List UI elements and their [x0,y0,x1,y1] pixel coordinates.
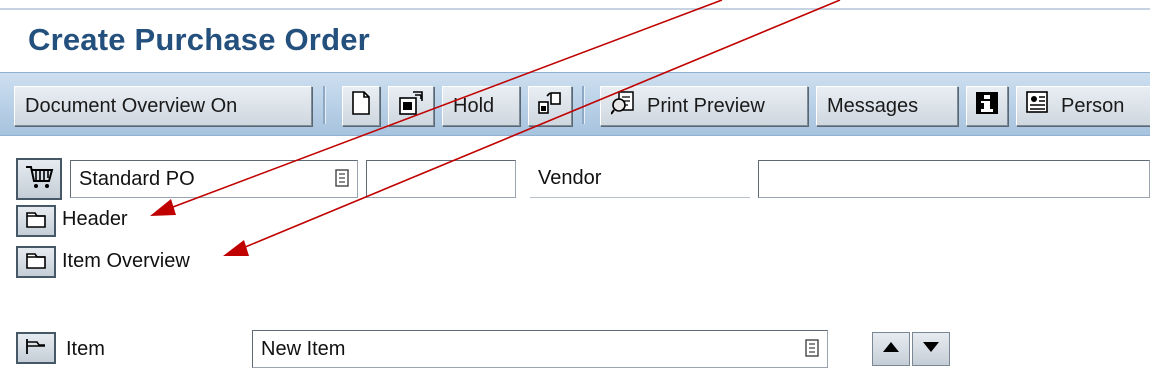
check-button[interactable] [528,86,572,126]
personal-settings-button[interactable]: Person [1016,86,1150,126]
hold-button[interactable]: Hold [442,86,520,126]
toolbar-separator [323,86,326,124]
item-overview-section-label: Item Overview [62,250,190,272]
vendor-label-text: Vendor [538,167,602,189]
messages-button[interactable]: Messages [816,86,958,126]
top-divider [0,8,1150,10]
check-icon [537,90,563,122]
annotation-arrowhead-item-overview [223,240,249,256]
shopping-cart-icon [24,164,54,195]
arrow-up-icon [882,340,900,359]
info-icon [975,91,999,121]
personal-settings-icon [1025,90,1051,122]
toolbar-separator [582,86,585,124]
print-preview-icon [610,90,637,122]
dropdown-list-icon[interactable] [335,169,349,187]
print-preview-button[interactable]: Print Preview [600,86,808,126]
other-document-icon [397,90,425,122]
previous-item-button[interactable] [872,332,910,366]
purchase-order-number-field[interactable] [366,160,516,198]
item-detail-toggle-button[interactable] [16,332,56,364]
messages-label: Messages [827,94,919,117]
dropdown-list-icon[interactable] [805,339,819,357]
item-label: Item [66,338,105,360]
folder-expand-icon [25,209,47,234]
other-document-button[interactable] [388,86,434,126]
annotation-arrowhead-header [150,199,176,216]
print-preview-label: Print Preview [647,94,765,117]
header-section-label: Header [62,208,128,230]
personal-settings-label: Person [1061,94,1125,117]
item-selector-value: New Item [261,337,346,360]
order-type-value: Standard PO [79,167,195,190]
new-document-icon [351,91,371,121]
next-item-button[interactable] [912,332,950,366]
arrow-down-icon [922,340,940,359]
page-title: Create Purchase Order [28,22,370,57]
document-overview-button[interactable]: Document Overview On [14,86,312,126]
folder-collapse-icon [25,336,47,361]
vendor-input[interactable] [758,160,1150,198]
document-type-button[interactable] [16,158,62,200]
item-selector-dropdown[interactable]: New Item [252,330,828,368]
order-type-dropdown[interactable]: Standard PO [70,160,358,198]
sap-create-po-screen: Create Purchase Order Document Overview … [0,0,1150,387]
info-button[interactable] [966,86,1008,126]
hold-label: Hold [453,94,495,117]
header-expand-button[interactable] [16,205,56,237]
document-overview-label: Document Overview On [25,94,238,117]
item-overview-expand-button[interactable] [16,246,56,278]
new-document-button[interactable] [342,86,380,126]
vendor-label: Vendor [530,160,750,198]
folder-expand-icon [25,250,47,275]
